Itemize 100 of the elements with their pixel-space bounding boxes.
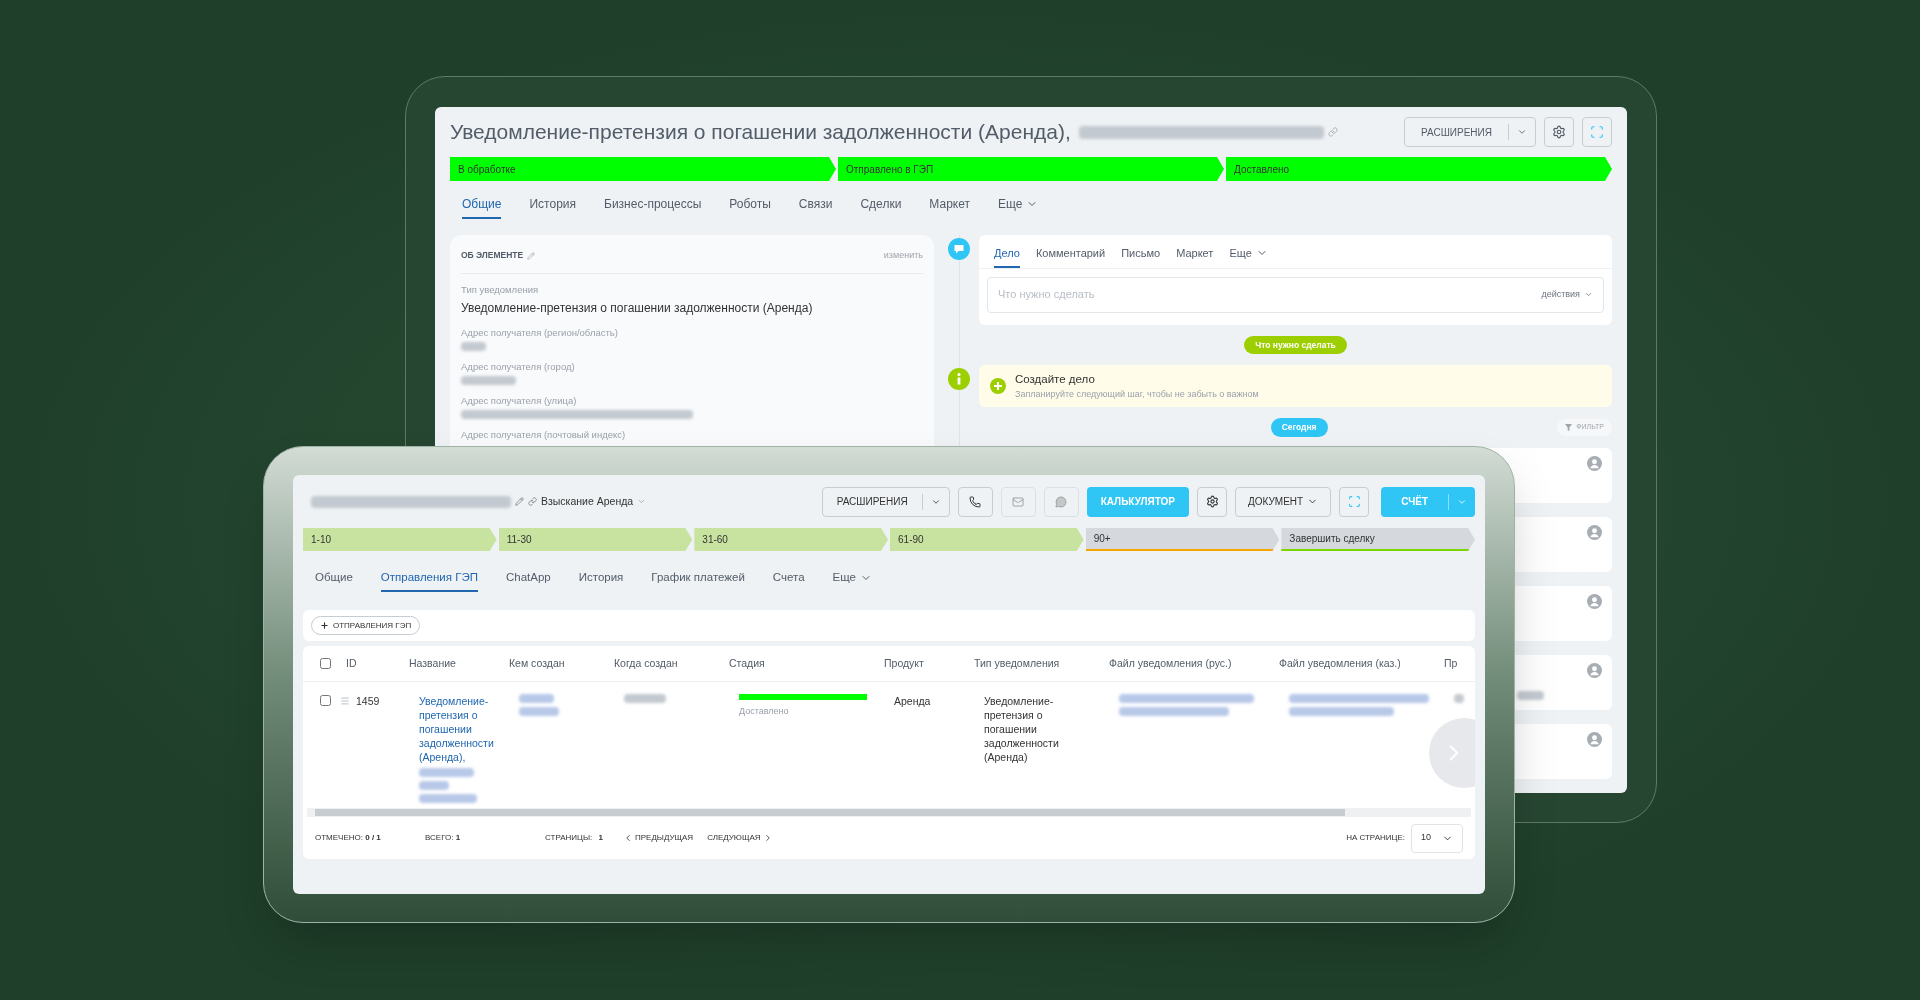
tab[interactable]: ChatApp [505, 569, 551, 593]
blurred-text [519, 694, 554, 703]
filter-icon [1565, 424, 1573, 431]
row-menu-icon[interactable] [340, 696, 350, 706]
column-header[interactable]: Когда создан [614, 655, 729, 672]
next-page-link[interactable]: СЛЕДУЮЩАЯ [707, 832, 773, 844]
tab[interactable]: История [529, 195, 576, 219]
stage-step[interactable]: 11-30 [498, 528, 693, 551]
caret-icon [1517, 127, 1527, 137]
settings-button[interactable] [1544, 117, 1574, 147]
tab[interactable]: Еще [998, 195, 1039, 219]
gear-icon [1205, 495, 1219, 508]
blurred-text [1454, 694, 1464, 703]
column-header[interactable]: Стадия [729, 655, 884, 672]
pencil-icon[interactable] [527, 251, 536, 260]
fullscreen-icon [1347, 495, 1361, 508]
blurred-text [519, 707, 559, 716]
row-checkbox[interactable] [320, 695, 331, 706]
column-header[interactable]: Продукт [884, 655, 974, 672]
tab[interactable]: Еще [1229, 245, 1268, 268]
column-header[interactable]: Кем создан [509, 655, 614, 672]
tab[interactable]: График платежей [651, 569, 745, 593]
column-header[interactable]: Файл уведомления (рус.) [1109, 655, 1279, 672]
blurred-text [419, 768, 474, 777]
table-cell-text: Аренда [894, 694, 932, 709]
stage-step[interactable]: 1-10 [303, 528, 497, 551]
user-icon [1587, 525, 1602, 540]
stage-step[interactable]: В обработке [450, 157, 836, 181]
stage-step[interactable]: 61-90 [890, 528, 1084, 551]
field-label: Адрес получателя (регион/область) [461, 326, 619, 338]
deal-link[interactable]: Уведомление-претензия о погашении задолженности (Аренда), [419, 694, 507, 764]
horizontal-scrollbar[interactable] [307, 808, 1471, 817]
column-header[interactable]: Файл уведомления (каз.) [1279, 655, 1444, 672]
actions-dropdown[interactable]: действия [1541, 287, 1593, 302]
stage-step[interactable]: Отправлено в ГЭП [838, 157, 1224, 181]
window-title: Уведомление-претензия о погашении задолженности (Аренда), [450, 119, 1071, 146]
fullscreen-button[interactable] [1582, 117, 1612, 147]
tab[interactable]: Дело [994, 245, 1020, 268]
envelope-icon [1012, 495, 1025, 508]
column-header[interactable]: Пр [1444, 655, 1475, 672]
create-task-title: Создайте дело [1015, 371, 1096, 387]
pencil-icon[interactable] [515, 497, 524, 506]
tab[interactable]: Бизнес-процессы [604, 195, 702, 219]
gear-icon [1552, 125, 1566, 139]
tab[interactable]: Связи [798, 195, 833, 219]
field-label: Адрес получателя (город) [461, 360, 576, 372]
tab[interactable]: История [578, 569, 624, 593]
user-icon [1587, 456, 1602, 471]
tab[interactable]: Общие [462, 195, 502, 219]
column-header[interactable]: Тип уведомления [974, 655, 1109, 672]
field-label: Адрес получателя (улица) [461, 394, 578, 406]
stage-label: Доставлено [739, 705, 790, 718]
blurred-text [624, 694, 666, 703]
tab[interactable]: Маркет [929, 195, 970, 219]
per-page-select[interactable]: 10 [1411, 823, 1463, 853]
stage-step[interactable]: Доставлено [1226, 157, 1612, 181]
phone-icon [969, 495, 982, 508]
per-page-label: НА СТРАНИЦЕ: [1346, 832, 1405, 844]
tab[interactable]: Общие [315, 569, 353, 593]
extensions-button[interactable]: РАСШИРЕНИЯ [1404, 117, 1536, 147]
field-value: Уведомление-претензия о погашении задолженности (Аренда) [461, 299, 814, 317]
tab[interactable]: Отправления ГЭП [380, 569, 478, 593]
extensions-button[interactable]: РАСШИРЕНИЯ [821, 486, 950, 517]
caret-icon [637, 497, 647, 506]
document-button[interactable]: ДОКУМЕНТ [1235, 486, 1332, 517]
link-icon[interactable] [1327, 127, 1338, 137]
create-task-card[interactable]: Создайте дело Запланируйте следующий шаг, чтобы не забыть о важном [979, 365, 1612, 407]
tab[interactable]: Роботы [729, 195, 771, 219]
link-icon[interactable] [528, 497, 537, 506]
total-count: ВСЕГО: 1 [425, 832, 462, 844]
stage-step[interactable]: 90+ [1085, 528, 1280, 551]
chat-bubble-icon [948, 238, 970, 260]
column-header[interactable]: ID [346, 655, 409, 672]
fullscreen-button[interactable] [1339, 486, 1370, 517]
caret-icon [1584, 290, 1593, 299]
tab[interactable]: Письмо [1121, 245, 1161, 268]
settings-button[interactable] [1197, 486, 1228, 517]
chat-bubble-icon [1055, 495, 1068, 508]
fullscreen-icon [1590, 125, 1604, 139]
plus-icon [320, 621, 329, 630]
category-dropdown[interactable]: Взыскание Аренда [541, 493, 647, 510]
tab[interactable]: Еще [832, 569, 872, 593]
stage-step[interactable]: 31-60 [694, 528, 888, 551]
select-all-checkbox[interactable] [320, 658, 331, 669]
blurred-text [419, 781, 449, 790]
todo-input[interactable]: Что нужно сделать действия [987, 276, 1604, 313]
previous-page-link[interactable]: ПРЕДЫДУЩАЯ [623, 832, 694, 844]
create-task-hint: Запланируйте следующий шаг, чтобы не забыть о важном [1015, 387, 1259, 401]
plus-icon [990, 378, 1006, 394]
table-cell-text: 1459 [356, 694, 381, 709]
tab[interactable]: Маркет [1176, 245, 1214, 268]
tab[interactable]: Счета [772, 569, 805, 593]
todo-badge: Что нужно сделать [1244, 335, 1347, 355]
page-count: СТРАНИЦЫ: 1 [545, 832, 604, 844]
user-icon [1587, 732, 1602, 747]
tab[interactable]: Комментарий [1035, 245, 1106, 268]
phone-button[interactable] [957, 486, 993, 517]
stage-step[interactable]: Завершить сделку [1281, 528, 1476, 551]
tab[interactable]: Сделки [860, 195, 902, 219]
column-header[interactable]: Название [409, 655, 509, 672]
